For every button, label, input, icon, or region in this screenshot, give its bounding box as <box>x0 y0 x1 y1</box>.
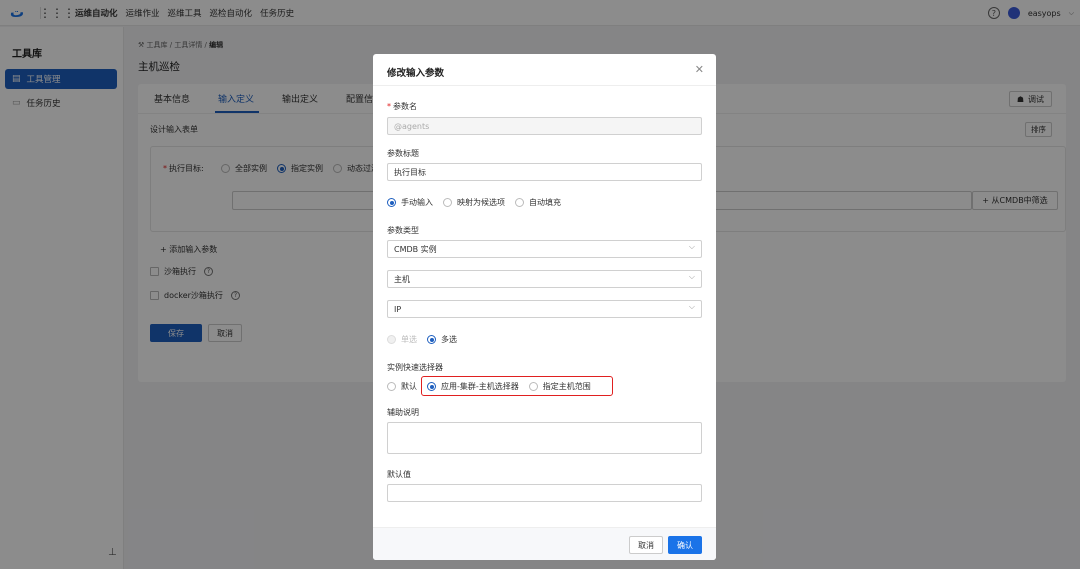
radio-label: 手动输入 <box>401 198 433 207</box>
radio-default[interactable]: 默认 <box>387 381 417 392</box>
modal-header: 修改输入参数 ✕ <box>373 54 716 86</box>
radio-checked-icon <box>387 198 396 207</box>
edit-param-modal: 修改输入参数 ✕ * 参数名 @agents 参数标题 执行目标 手动输入 映射为… <box>373 54 716 560</box>
radio-icon <box>387 335 396 344</box>
help-text-label: 辅助说明 <box>387 408 419 417</box>
radio-icon <box>387 382 396 391</box>
help-text-area[interactable] <box>387 422 702 454</box>
radio-multiple[interactable]: 多选 <box>427 334 457 345</box>
param-type-select[interactable]: CMDB 实例 <box>387 240 702 258</box>
radio-label: 单选 <box>401 335 417 344</box>
param-type-label: 参数类型 <box>387 226 419 235</box>
radio-icon <box>443 198 452 207</box>
radio-label: 多选 <box>441 335 457 344</box>
modal-cancel-button[interactable]: 取消 <box>629 536 663 554</box>
modal-confirm-button[interactable]: 确认 <box>668 536 702 554</box>
label-text: 参数名 <box>393 102 417 111</box>
param-name-input[interactable]: @agents <box>387 117 702 135</box>
radio-auto-fill[interactable]: 自动填充 <box>515 197 561 208</box>
radio-icon <box>515 198 524 207</box>
radio-single[interactable]: 单选 <box>387 334 417 345</box>
param-title-label: 参数标题 <box>387 149 419 158</box>
select-mode-group: 单选 多选 <box>387 334 467 345</box>
highlight-box <box>421 376 613 396</box>
default-value-input[interactable] <box>387 484 702 502</box>
param-name-label: * 参数名 <box>387 102 417 111</box>
close-icon[interactable]: ✕ <box>695 63 704 76</box>
default-value-label: 默认值 <box>387 470 411 479</box>
radio-label: 默认 <box>401 382 417 391</box>
modal-title: 修改输入参数 <box>387 68 445 79</box>
object-select[interactable]: 主机 <box>387 270 702 288</box>
modal-footer: 取消 确认 <box>373 527 716 560</box>
radio-checked-icon <box>427 335 436 344</box>
attribute-select[interactable]: IP <box>387 300 702 318</box>
param-title-input[interactable]: 执行目标 <box>387 163 702 181</box>
radio-map-options[interactable]: 映射为候选项 <box>443 197 505 208</box>
radio-label: 自动填充 <box>529 198 561 207</box>
radio-label: 映射为候选项 <box>457 198 505 207</box>
radio-manual-input[interactable]: 手动输入 <box>387 197 433 208</box>
input-mode-group: 手动输入 映射为候选项 自动填充 <box>387 197 571 208</box>
quick-selector-label: 实例快速选择器 <box>387 363 443 372</box>
